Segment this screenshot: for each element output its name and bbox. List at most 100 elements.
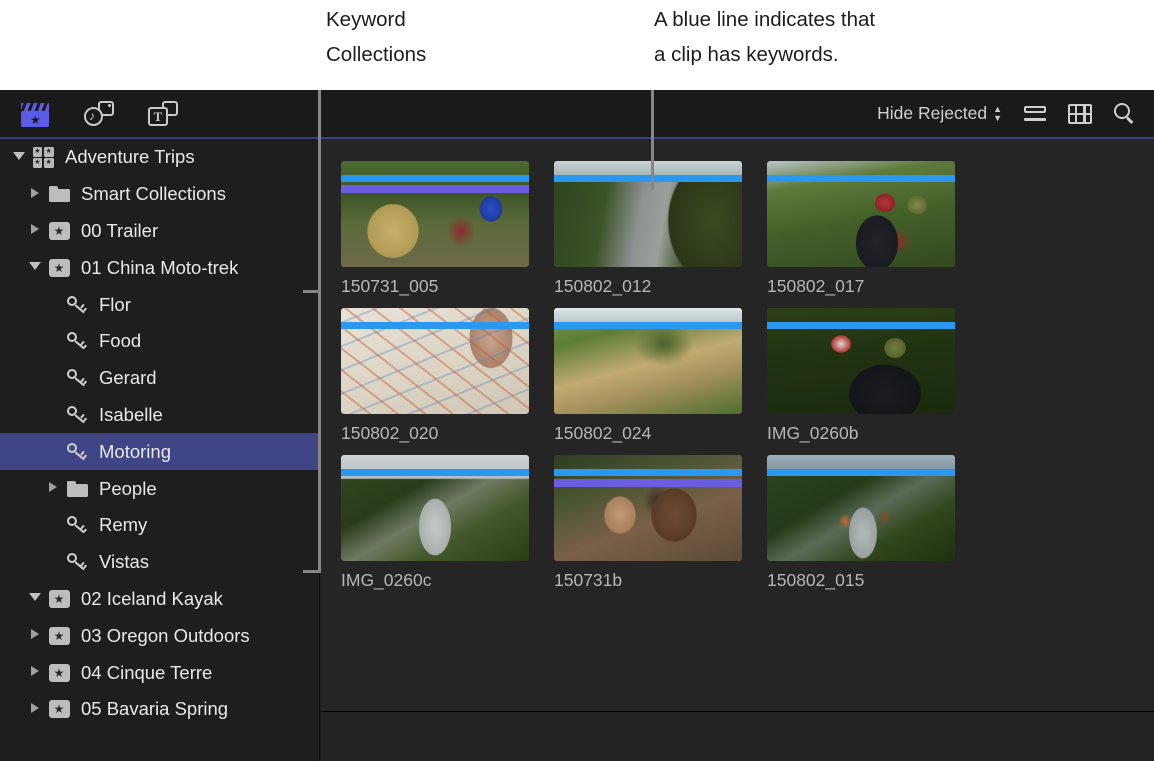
libraries-sidebar[interactable]: ★ ★ ★ ★ Adventure Trips Smart Collections ★ 00 … — [0, 139, 320, 761]
search-icon[interactable] — [1114, 102, 1136, 125]
clip-grid-container: 150731_005 150802_012 150802_017 150802_020… — [321, 139, 1154, 711]
folder-icon — [66, 480, 88, 497]
keyword-indicator-line — [767, 469, 955, 476]
clip-item[interactable]: 150802_020 — [341, 308, 554, 455]
clip-item[interactable]: 150802_012 — [554, 161, 767, 308]
hide-rejected-popup-button[interactable]: Hide Rejected ▲ ▼ — [877, 103, 1002, 124]
row-icon: ★ — [46, 258, 72, 277]
keyword-icon — [67, 405, 87, 424]
final-cut-pro-browser-window: ★ ♪ T Hide Rejected ▲ ▼ ★ ★ ★ ★ Adventur… — [0, 90, 1154, 761]
photos-audio-icon[interactable]: ♪ — [82, 99, 116, 129]
keyword-icon — [67, 369, 87, 387]
disclosure-triangle-icon[interactable] — [42, 482, 64, 495]
sidebar-item-label: Vistas — [99, 551, 150, 573]
clip-item[interactable]: 150802_015 — [767, 455, 980, 602]
sidebar-item-02-iceland-kayak[interactable]: ★ 02 Iceland Kayak — [0, 581, 319, 618]
sidebar-item-gerard[interactable]: Gerard — [0, 360, 319, 397]
keyword-indicator-line — [554, 469, 742, 476]
sidebar-item-04-cinque-terre[interactable]: ★ 04 Cinque Terre — [0, 654, 319, 691]
disclosure-triangle-icon[interactable] — [24, 593, 46, 604]
clip-thumbnail[interactable] — [554, 308, 742, 414]
sidebar-item-smart-collections[interactable]: Smart Collections — [0, 176, 319, 213]
sidebar-item-label: 02 Iceland Kayak — [81, 587, 223, 609]
keyword-icon — [67, 332, 87, 351]
sidebar-item-label: Flor — [99, 293, 131, 315]
annotation-layer: Keyword Collections A blue line indicate… — [0, 0, 1154, 90]
toolbar-right-group: Hide Rejected ▲ ▼ — [877, 102, 1154, 125]
clip-name-label: 150802_020 — [341, 423, 439, 443]
disclosure-triangle-icon[interactable] — [24, 702, 46, 716]
clip-item[interactable]: 150802_017 — [767, 161, 980, 308]
toolbar-left-group: ★ ♪ T — [0, 99, 180, 129]
row-icon — [64, 480, 90, 497]
keyword-collections-bracket — [318, 290, 321, 573]
row-icon — [64, 553, 90, 571]
sidebar-item-01-china-moto-trek[interactable]: ★ 01 China Moto-trek — [0, 249, 319, 286]
clip-item[interactable]: IMG_0260b — [767, 308, 980, 455]
sidebar-item-people[interactable]: People — [0, 470, 319, 507]
sidebar-item-isabelle[interactable]: Isabelle — [0, 397, 319, 434]
sidebar-item-label: Motoring — [99, 440, 171, 462]
sidebar-item-label: Remy — [99, 514, 148, 536]
filmstrip-view-icon[interactable] — [1068, 103, 1092, 124]
keyword-indicator-line — [341, 175, 529, 182]
sidebar-item-flor[interactable]: Flor — [0, 286, 319, 323]
titles-generators-icon[interactable]: T — [146, 99, 180, 129]
annotation-blue-line: A blue line indicates that a clip has ke… — [654, 8, 876, 66]
sidebar-item-remy[interactable]: Remy — [0, 507, 319, 544]
sidebar-item-05-bavaria-spring[interactable]: ★ 05 Bavaria Spring — [0, 691, 319, 728]
keyword-indicator-line — [767, 322, 955, 329]
keyword-icon — [67, 295, 87, 314]
clip-item[interactable]: 150731b — [554, 455, 767, 602]
bracket-tick-top — [303, 290, 321, 293]
sidebar-item-motoring[interactable]: Motoring — [0, 433, 319, 471]
clip-name-label: 150802_015 — [767, 570, 865, 590]
clip-grid: 150731_005 150802_012 150802_017 150802_020… — [341, 161, 1154, 602]
clip-thumbnail[interactable] — [767, 308, 955, 414]
row-icon: ★ ★ ★ ★ — [30, 146, 56, 168]
sidebar-item-label: 01 China Moto-trek — [81, 256, 239, 278]
row-icon: ★ — [46, 221, 72, 240]
disclosure-triangle-icon[interactable] — [24, 262, 46, 273]
disclosure-triangle-icon[interactable] — [24, 629, 46, 642]
clip-name-label: 150802_024 — [554, 423, 652, 443]
clip-thumbnail[interactable] — [767, 161, 955, 267]
folder-icon — [48, 186, 70, 203]
hide-rejected-label: Hide Rejected — [877, 103, 988, 123]
sidebar-item-label: 05 Bavaria Spring — [81, 698, 229, 720]
sidebar-item-label: Smart Collections — [81, 183, 226, 205]
list-view-icon[interactable] — [1024, 105, 1046, 123]
sidebar-item-vistas[interactable]: Vistas — [0, 544, 319, 581]
chevron-updown-icon: ▲ ▼ — [993, 103, 1002, 123]
clip-thumbnail[interactable] — [341, 455, 529, 561]
keyword-icon — [67, 553, 87, 571]
disclosure-triangle-icon[interactable] — [24, 224, 46, 237]
clip-thumbnail[interactable] — [341, 161, 529, 267]
keyword-indicator-line — [767, 175, 955, 182]
disclosure-triangle-icon[interactable] — [24, 666, 46, 679]
disclosure-triangle-icon[interactable] — [8, 151, 30, 163]
clip-thumbnail[interactable] — [341, 308, 529, 414]
clip-thumbnail[interactable] — [554, 455, 742, 561]
sidebar-item-03-oregon-outdoors[interactable]: ★ 03 Oregon Outdoors — [0, 617, 319, 654]
clip-thumbnail[interactable] — [554, 161, 742, 267]
clip-thumbnail[interactable] — [767, 455, 955, 561]
sidebar-item-adventure-trips[interactable]: ★ ★ ★ ★ Adventure Trips — [0, 139, 319, 176]
keyword-indicator-line — [554, 322, 742, 329]
library-icon: ★ ★ ★ ★ — [32, 146, 54, 168]
clip-item[interactable]: IMG_0260c — [341, 455, 554, 602]
sidebar-item-00-trailer[interactable]: ★ 00 Trailer — [0, 213, 319, 250]
sidebar-item-label: Isabelle — [99, 403, 163, 425]
disclosure-triangle-icon[interactable] — [24, 187, 46, 201]
clip-item[interactable]: 150731_005 — [341, 161, 554, 308]
annotation-keyword-collections: Keyword Collections — [326, 8, 427, 66]
sidebar-item-food[interactable]: Food — [0, 323, 319, 360]
clapper-media-icon[interactable]: ★ — [18, 99, 52, 129]
sidebar-item-label: People — [99, 477, 157, 499]
event-icon: ★ — [48, 700, 70, 719]
event-icon: ★ — [48, 258, 70, 277]
clip-browser[interactable]: 150731_005 150802_012 150802_017 150802_020… — [321, 139, 1154, 761]
sidebar-item-label: Gerard — [99, 367, 157, 389]
clip-item[interactable]: 150802_024 — [554, 308, 767, 455]
event-icon: ★ — [48, 221, 70, 240]
